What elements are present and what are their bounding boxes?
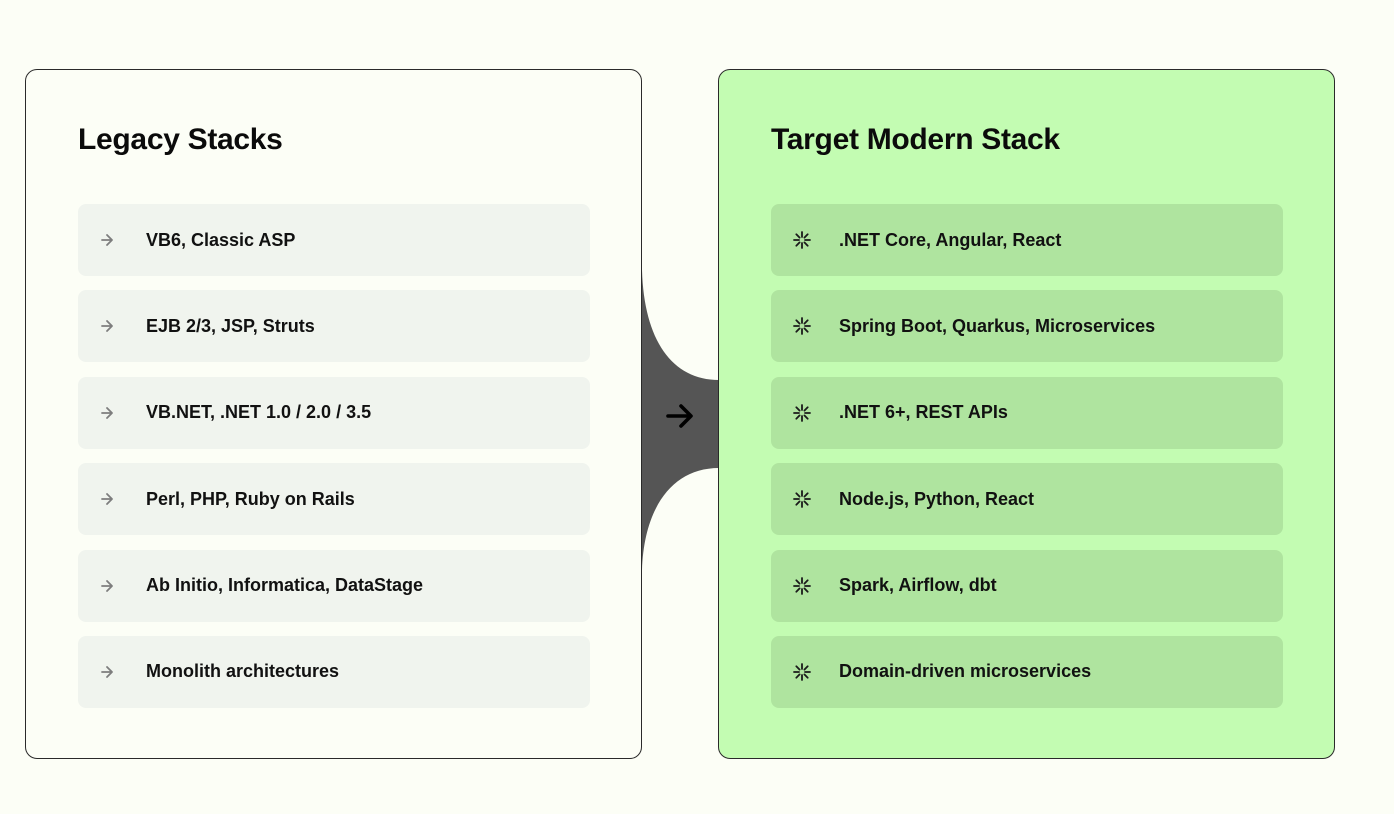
modern-stack-item: Spark, Airflow, dbt	[771, 549, 1283, 622]
legacy-stack-label: Ab Initio, Informatica, DataStage	[146, 575, 424, 596]
chevron-right-icon	[78, 318, 146, 334]
chevron-right-icon	[78, 664, 146, 680]
legacy-stack-label: EJB 2/3, JSP, Struts	[146, 315, 315, 336]
legacy-stack-item: Ab Initio, Informatica, DataStage	[78, 549, 590, 622]
chevron-right-icon	[78, 232, 146, 248]
modern-stack-label: Domain-driven microservices	[839, 661, 1092, 682]
sparkle-icon	[771, 317, 839, 336]
legacy-stack-item: EJB 2/3, JSP, Struts	[78, 290, 590, 363]
modern-stack-label: Spark, Airflow, dbt	[839, 575, 997, 596]
sparkle-icon	[771, 576, 839, 595]
chevron-right-icon	[78, 491, 146, 507]
legacy-stack-item: VB.NET, .NET 1.0 / 2.0 / 3.5	[78, 376, 590, 449]
arrow-right-icon	[666, 404, 693, 428]
sparkle-icon	[771, 490, 839, 509]
legacy-stack-label: VB.NET, .NET 1.0 / 2.0 / 3.5	[146, 402, 372, 423]
target-modern-stack-list: .NET Core, Angular, React Spring Boot, Q…	[771, 204, 1283, 722]
chevron-right-icon	[78, 578, 146, 594]
legacy-stack-label: VB6, Classic ASP	[146, 229, 296, 250]
legacy-stacks-title: Legacy Stacks	[78, 123, 283, 156]
modern-stack-item: .NET 6+, REST APIs	[771, 376, 1283, 449]
modern-stack-label: Node.js, Python, React	[839, 488, 1035, 509]
modern-stack-label: .NET Core, Angular, React	[839, 229, 1062, 250]
modern-stack-item: Domain-driven microservices	[771, 635, 1283, 708]
modern-stack-label: Spring Boot, Quarkus, Microservices	[839, 315, 1156, 336]
modern-stack-item: Spring Boot, Quarkus, Microservices	[771, 290, 1283, 363]
chevron-right-icon	[78, 405, 146, 421]
modern-stack-item: .NET Core, Angular, React	[771, 204, 1283, 276]
legacy-stacks-panel: Legacy Stacks VB6, Classic ASP EJB 2/3, …	[25, 69, 642, 759]
modern-stack-label: .NET 6+, REST APIs	[839, 402, 1008, 423]
legacy-stacks-list: VB6, Classic ASP EJB 2/3, JSP, Struts VB…	[78, 204, 590, 722]
sparkle-icon	[771, 663, 839, 681]
legacy-stack-label: Perl, PHP, Ruby on Rails	[146, 488, 355, 509]
modern-stack-item: Node.js, Python, React	[771, 463, 1283, 536]
target-modern-stack-title: Target Modern Stack	[771, 123, 1060, 156]
legacy-stack-label: Monolith architectures	[146, 661, 340, 682]
legacy-stack-item: Perl, PHP, Ruby on Rails	[78, 463, 590, 536]
target-modern-stack-panel: Target Modern Stack .NET Core, Angular, …	[718, 69, 1335, 759]
sparkle-icon	[771, 231, 839, 249]
legacy-stack-item: VB6, Classic ASP	[78, 204, 590, 276]
legacy-stack-item: Monolith architectures	[78, 635, 590, 708]
sparkle-icon	[771, 403, 839, 422]
